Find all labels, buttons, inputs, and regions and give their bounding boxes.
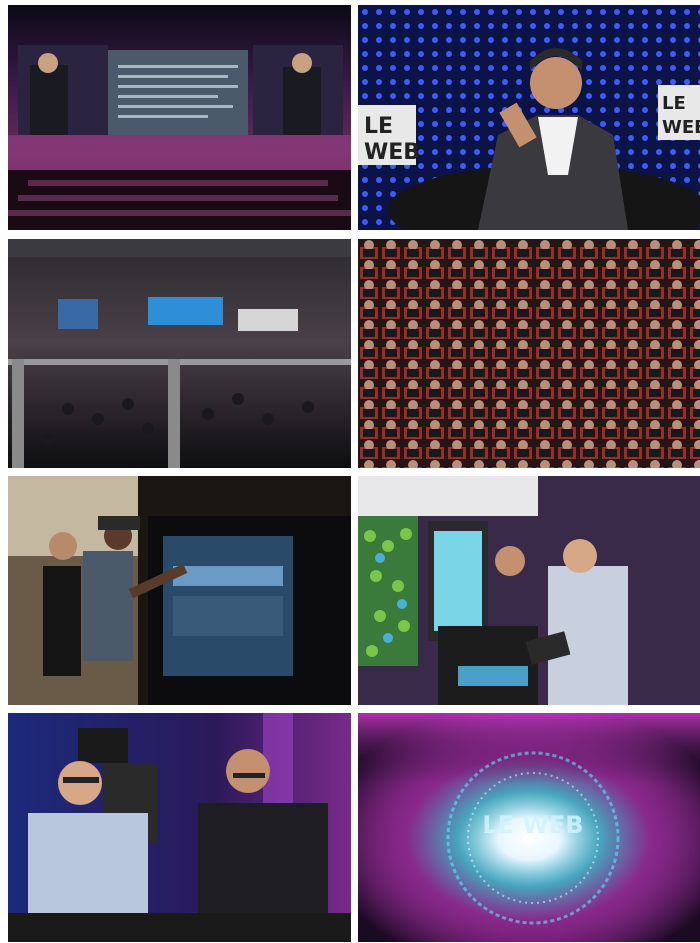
main-stage-photo (8, 5, 351, 230)
le-web-logo-photo: LE WEB (358, 713, 700, 942)
interview-photo (8, 713, 351, 942)
sign-le-text-right: LE (662, 93, 686, 114)
audience-photo (358, 239, 700, 468)
touchscreen-demo-photo (8, 476, 351, 705)
sign-web-text-right: WEB (662, 117, 700, 138)
speaker-portrait-photo: LE WEB LE WEB (358, 5, 700, 230)
sign-le-text: LE (364, 114, 393, 139)
tablet-demo-photo (358, 476, 700, 705)
sign-web-text: WEB (364, 140, 420, 165)
le-web-logo-text: LE WEB (482, 811, 583, 839)
exhibition-hall-photo (8, 239, 351, 468)
